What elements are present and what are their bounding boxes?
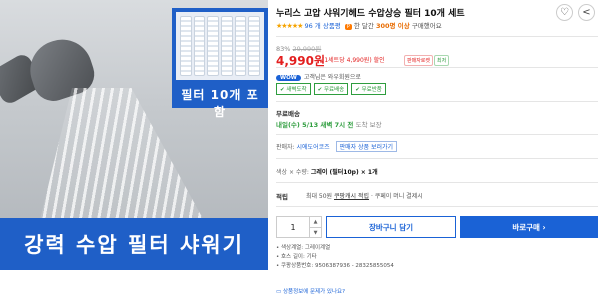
feedback-text: 상품정보에 문제가 있나요? [282, 289, 346, 295]
divider [276, 158, 598, 159]
month-text: 한 달간 [353, 22, 376, 30]
filter-cartridge [234, 16, 247, 76]
product-details: 색상계열: 그레이계열 호스 길이: 기타 쿠팡상품번호: 9506387936… [276, 244, 394, 271]
filter-promo: 필터 10개 포함 [172, 8, 268, 119]
seller-label: 판매자: [276, 144, 295, 151]
divider [276, 67, 598, 68]
eta-date: 내일(수) 5/13 새벽 7시 전 [276, 121, 354, 129]
benefit-dawn: ✔ 새벽도착 [276, 83, 311, 95]
benefit-chips: ✔ 새벽도착 ✔ 무료배송 ✔ 무료반품 [276, 83, 386, 95]
free-shipping-label: 무료배송 [276, 110, 300, 118]
promo-label: 필터 10개 포함 [181, 88, 259, 119]
lowest-tag: 최저 [434, 55, 450, 66]
seller-row: 판매자: 시에도어코즈 판매자 상품 보러가기 [276, 141, 398, 152]
option-row[interactable]: 색상 × 수량: 그레이 (필터10p) × 1개 [276, 167, 378, 176]
chevron-down-icon[interactable]: ▼ [310, 228, 321, 238]
feedback-link[interactable]: ▭ 상품정보에 문제가 있나요? [276, 287, 345, 295]
quantity-value[interactable]: 1 [277, 217, 309, 237]
product-info: 누리스 고압 샤워기헤드 수압상승 필터 10개 세트 ♡ < ★★★★★ 96… [276, 0, 600, 300]
points-extra: · 쿠페이 머니 결제시 [370, 193, 423, 200]
chat-icon: ▭ [276, 289, 282, 295]
points-detail: 최대 50원 쿠팡캐시 적립 · 쿠페이 머니 결제시 [306, 191, 423, 201]
seller-rocket-tag: 판매자로켓 [404, 55, 434, 66]
month-suffix: 구매했어요 [409, 22, 442, 30]
review-count-link[interactable]: 96 개 상품평 [304, 22, 340, 30]
heart-icon[interactable]: ♡ [556, 4, 573, 21]
divider [276, 101, 598, 102]
points-label: 적립 [276, 193, 288, 201]
product-title: 누리스 고압 샤워기헤드 수압상승 필터 10개 세트 [276, 9, 465, 19]
buy-now-button[interactable]: 바로구매 › [460, 216, 598, 238]
points-max: 최대 50원 [305, 193, 333, 200]
detail-hose: 호스 길이: 기타 [276, 253, 394, 262]
month-highlight: 300명 이상 [375, 22, 410, 30]
quantity-arrows: ▲ ▼ [309, 217, 321, 237]
option-label: 색상 × 수량: [276, 169, 309, 176]
points-row: 적립 최대 50원 쿠팡캐시 적립 · 쿠페이 머니 결제시 [276, 191, 423, 201]
product-image[interactable]: 필터 10개 포함 강력 수압 필터 샤워기 [0, 0, 268, 270]
share-icon[interactable]: < [578, 4, 595, 21]
delivery-eta: 내일(수) 5/13 새벽 7시 전 도착 보장 [276, 119, 382, 129]
image-banner: 강력 수압 필터 샤워기 [0, 218, 268, 270]
wow-row: WOW 고객님은 와우회원으로 [276, 72, 361, 81]
eta-note: 도착 보장 [355, 121, 382, 129]
wow-pill: WOW [276, 75, 301, 81]
benefit-free-return: ✔ 무료반품 [351, 83, 386, 95]
unit-price: (1세트당 4,990원) 할인 [322, 57, 385, 64]
detail-product-number: 쿠팡상품번호: 9506387936 - 28325855054 [276, 262, 394, 271]
rating-row: ★★★★★ 96 개 상품평 P한 달간 300명 이상 구매했어요 [276, 20, 442, 30]
filter-cartridge [221, 16, 233, 76]
filter-cartridge [248, 16, 261, 76]
filter-cartridge [207, 16, 220, 76]
divider [276, 182, 598, 183]
option-value: 그레이 (필터10p) × 1개 [310, 169, 378, 176]
add-to-cart-button[interactable]: 장바구니 담기 [326, 216, 456, 238]
cash-link[interactable]: 쿠팡캐시 적립 [334, 193, 369, 200]
divider [276, 36, 598, 37]
filter-cartridge [193, 16, 206, 76]
filter-cartridges [176, 12, 264, 80]
banner-text: 강력 수압 필터 샤워기 [24, 233, 244, 257]
seller-products-button[interactable]: 판매자 상품 보러가기 [335, 141, 398, 152]
purchase-badge-icon: P [344, 24, 352, 30]
filter-cartridge [180, 16, 192, 76]
benefit-free-shipping: ✔ 무료배송 [313, 83, 349, 95]
divider [276, 206, 598, 207]
wow-text: 고객님은 와우회원으로 [303, 74, 361, 81]
star-rating-icon[interactable]: ★★★★★ [276, 22, 303, 30]
divider [276, 134, 598, 135]
quantity-stepper[interactable]: 1 ▲ ▼ [276, 216, 322, 238]
chevron-up-icon[interactable]: ▲ [310, 217, 321, 228]
seller-name-link[interactable]: 시에도어코즈 [297, 144, 330, 151]
detail-color: 색상계열: 그레이계열 [276, 244, 394, 253]
